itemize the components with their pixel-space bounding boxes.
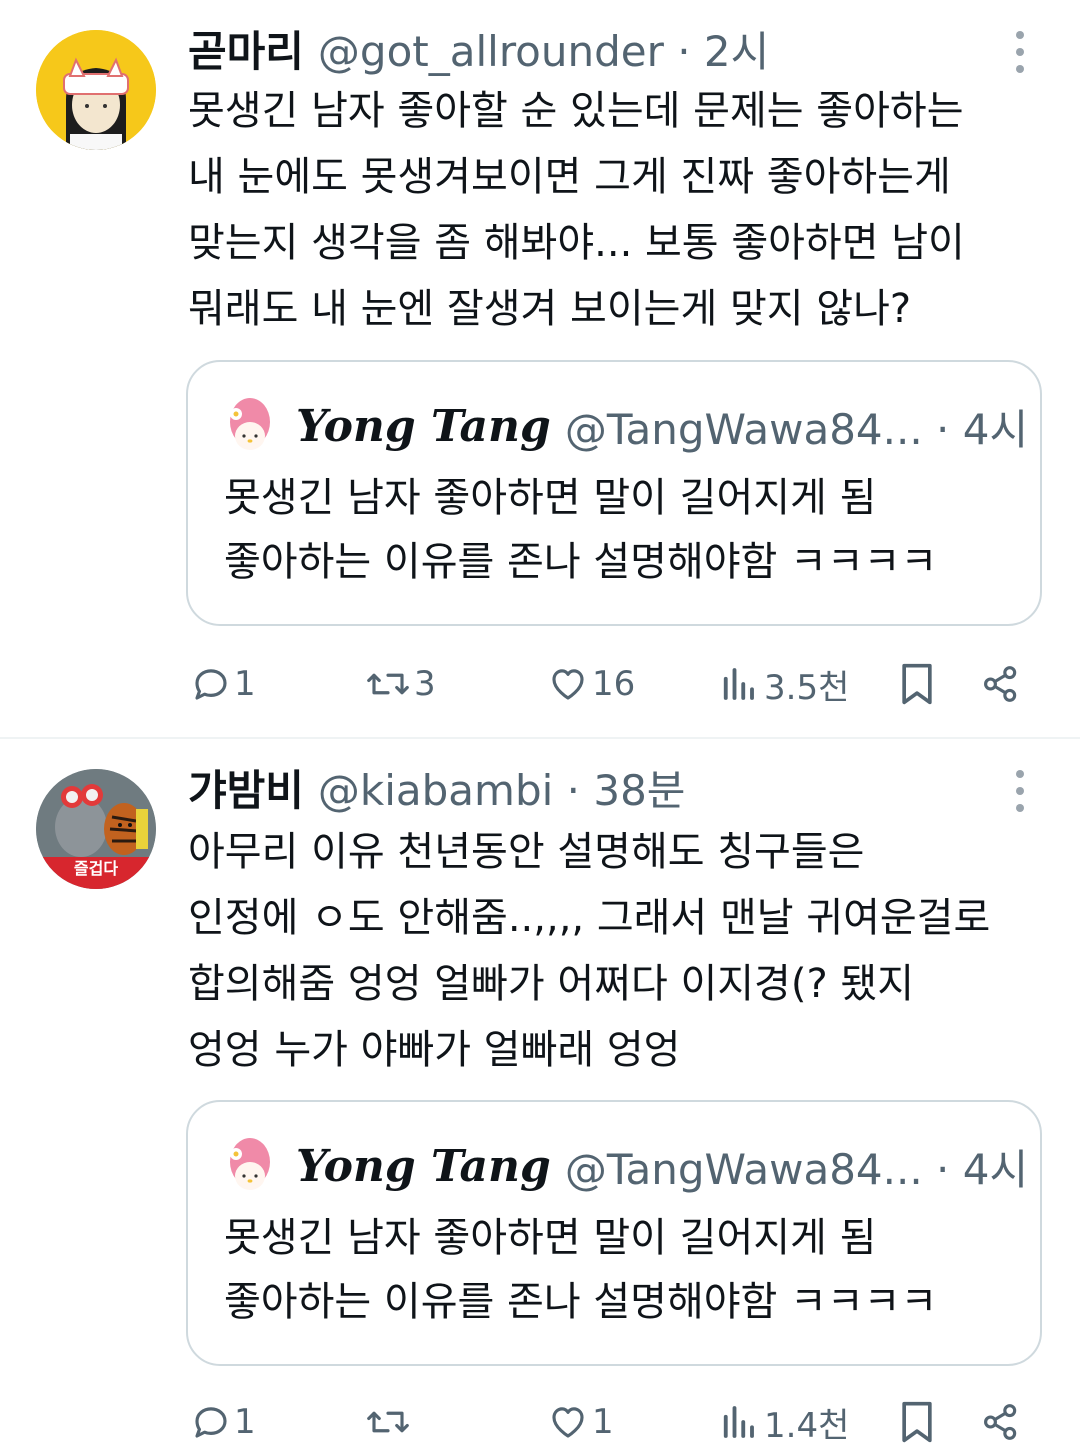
retweet-count: 3: [414, 664, 436, 704]
tweet-text-line: 내 눈에도 못생겨보이면 그게 진짜 좋아하는게: [188, 154, 951, 200]
views-icon: [723, 1406, 754, 1438]
reply-count: 1: [234, 1402, 256, 1442]
views-count: 3.5천: [764, 667, 850, 708]
bookmark-button[interactable]: [898, 654, 936, 714]
quoted-tweet-text: 못생긴 남자 좋아하면 말이 길어지게 됨 좋아하는 이유를 존나 설명해야함 …: [224, 1206, 937, 1334]
heart-icon: [552, 1407, 584, 1438]
share-icon: [984, 1404, 1017, 1440]
quoted-text-line: 좋아하는 이유를 존나 설명해야함 ㅋㅋㅋㅋ: [224, 1279, 938, 1325]
avatar[interactable]: [36, 30, 156, 150]
retweet-icon: [367, 673, 409, 695]
tweet-text-line: 못생긴 남자 좋아할 순 있는데 문제는 좋아하는: [188, 88, 964, 134]
avatar-badge-text: 즐겁다: [73, 859, 119, 878]
quoted-handle-and-time: @TangWawa84... · 4시: [564, 1144, 1029, 1194]
more-options-icon[interactable]: [1004, 761, 1036, 821]
tweet[interactable]: 즐겁다 갸밤비 @kiabambi · 38분 아무리 이유 천년동안 설명해도…: [0, 739, 1080, 1452]
bookmark-icon: [902, 663, 932, 705]
share-button[interactable]: [980, 1392, 1022, 1452]
tweet-text: 아무리 이유 천년동안 설명해도 칭구들은 인정에 ㅇ도 안해줌..,,,, 그…: [188, 819, 1048, 1083]
quoted-tweet-text: 못생긴 남자 좋아하면 말이 길어지게 됨 좋아하는 이유를 존나 설명해야함 …: [224, 466, 937, 594]
display-name[interactable]: 곧마리: [188, 18, 304, 79]
tweet-text-line: 맞는지 생각을 좀 해봐야... 보통 좋아하면 남이: [188, 220, 965, 266]
tweet-text-line: 뭐래도 내 눈엔 잘생겨 보이는게 맞지 않나?: [188, 286, 912, 332]
quoted-tweet[interactable]: Yong Tang @TangWawa84... · 4시 못생긴 남자 좋아하…: [186, 360, 1042, 626]
display-name[interactable]: 갸밤비: [188, 757, 304, 818]
quoted-tweet[interactable]: Yong Tang @TangWawa84... · 4시 못생긴 남자 좋아하…: [186, 1100, 1042, 1366]
like-button[interactable]: 1: [546, 1392, 614, 1452]
handle-and-time[interactable]: @got_allrounder · 2시: [318, 18, 769, 79]
cartoon-girl-avatar-icon: [36, 30, 156, 150]
avatar[interactable]: 즐겁다: [36, 769, 156, 889]
reply-button[interactable]: 1: [190, 1392, 256, 1452]
reply-icon: [195, 669, 227, 700]
share-button[interactable]: [980, 654, 1022, 714]
views-button[interactable]: 3.5천: [720, 654, 849, 714]
views-count: 1.4천: [764, 1405, 850, 1446]
views-icon: [723, 668, 754, 700]
action-bar: 1 1 1.4천: [0, 1392, 1080, 1452]
tweet-text-line: 합의해줌 엉엉 얼빠가 어쩌다 이지경(? 됐지: [188, 961, 915, 1007]
bookmark-button[interactable]: [898, 1392, 936, 1452]
tweet-header: 곧마리 @got_allrounder · 2시: [188, 18, 769, 78]
melody-avatar-icon: [230, 398, 270, 450]
heart-icon: [552, 669, 584, 700]
more-options-icon[interactable]: [1004, 22, 1036, 82]
reply-count: 1: [234, 664, 256, 704]
tweet-text-line: 인정에 ㅇ도 안해줌..,,,, 그래서 맨날 귀여운걸로: [188, 895, 991, 941]
quoted-tweet-header: Yong Tang @TangWawa84... · 4시: [296, 1136, 1028, 1196]
reply-icon: [195, 1407, 227, 1438]
quoted-display-name: Yong Tang: [296, 1140, 551, 1192]
share-icon: [984, 666, 1017, 702]
views-button[interactable]: 1.4천: [720, 1392, 849, 1452]
quoted-text-line: 못생긴 남자 좋아하면 말이 길어지게 됨: [224, 1215, 877, 1261]
retweet-button[interactable]: 3: [364, 654, 436, 714]
quoted-text-line: 못생긴 남자 좋아하면 말이 길어지게 됨: [224, 475, 877, 521]
like-count: 1: [592, 1402, 614, 1442]
tweet-header: 갸밤비 @kiabambi · 38분: [188, 757, 685, 817]
tweet-text-line: 엉엉 누가 야빠가 얼빠래 엉엉: [188, 1027, 681, 1073]
tweet[interactable]: 곧마리 @got_allrounder · 2시 못생긴 남자 좋아할 순 있는…: [0, 0, 1080, 737]
melody-avatar-icon: [230, 1138, 270, 1190]
quoted-text-line: 좋아하는 이유를 존나 설명해야함 ㅋㅋㅋㅋ: [224, 539, 938, 585]
quoted-tweet-header: Yong Tang @TangWawa84... · 4시: [296, 396, 1028, 456]
quoted-display-name: Yong Tang: [296, 400, 551, 452]
retweet-button[interactable]: [364, 1392, 414, 1452]
like-count: 16: [592, 664, 636, 704]
quoted-handle-and-time: @TangWawa84... · 4시: [564, 404, 1029, 454]
tweet-text-line: 아무리 이유 천년동안 설명해도 칭구들은: [188, 829, 865, 875]
action-bar: 1 3 16 3.5천: [0, 654, 1080, 714]
handle-and-time[interactable]: @kiabambi · 38분: [318, 757, 686, 818]
reply-button[interactable]: 1: [190, 654, 256, 714]
tweet-text: 못생긴 남자 좋아할 순 있는데 문제는 좋아하는 내 눈에도 못생겨보이면 그…: [188, 78, 1048, 342]
like-button[interactable]: 16: [546, 654, 635, 714]
bookmark-icon: [902, 1401, 932, 1443]
retweet-icon: [367, 1411, 409, 1433]
